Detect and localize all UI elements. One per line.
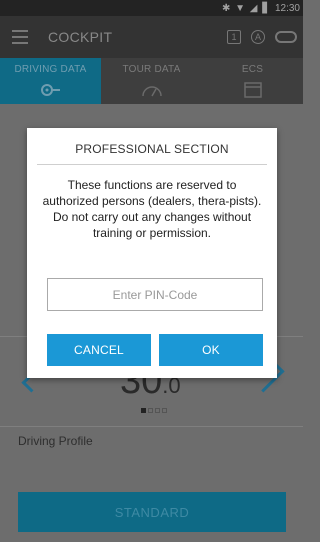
tab-label: DRIVING DATA [14,64,87,75]
page-dot [155,408,160,413]
mode-a-icon[interactable]: A [251,30,265,44]
dialog-message: These functions are reserved to authoriz… [42,178,262,240]
tab-label: TOUR DATA [122,64,181,75]
status-bar: ✱ ▼ ◢ ▋ 12:30 [0,0,303,16]
link-icon[interactable] [275,31,297,43]
tab-tour-data[interactable]: TOUR DATA [101,58,202,104]
dialog-divider [37,164,267,165]
tab-bar: DRIVING DATA TOUR DATA ECS [0,58,303,104]
standard-profile-button[interactable]: STANDARD [18,492,286,532]
cancel-button[interactable]: CANCEL [47,334,151,366]
driving-profile-label: Driving Profile [18,434,93,448]
page-dot [162,408,167,413]
tab-driving-data[interactable]: DRIVING DATA [0,58,101,104]
tab-ecs[interactable]: ECS [202,58,303,104]
tab-label: ECS [241,64,264,75]
divider [0,426,303,427]
app-bar: COCKPIT 1 A [0,16,303,58]
page-dot [148,408,153,413]
dialog-title: PROFESSIONAL SECTION [75,142,229,156]
page-dot [141,408,146,413]
profile-one-icon[interactable]: 1 [227,30,241,44]
status-time: 12:30 [274,2,300,14]
status-icons: ✱ ▼ ◢ ▋ [221,2,271,14]
ecs-icon [243,81,262,99]
driving-data-icon [40,81,62,99]
pin-code-input[interactable] [47,278,263,311]
professional-section-dialog: PROFESSIONAL SECTION These functions are… [27,128,277,378]
page-indicator [141,408,167,413]
menu-icon[interactable] [0,30,40,44]
speedometer-icon [141,81,163,99]
app-title: COCKPIT [48,29,113,45]
ok-button[interactable]: OK [159,334,263,366]
